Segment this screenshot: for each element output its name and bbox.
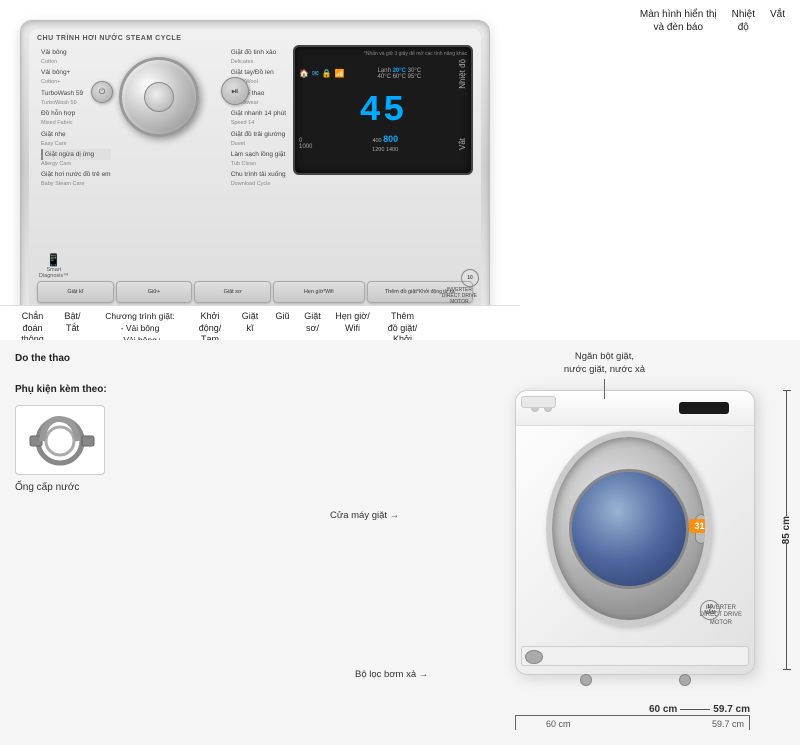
display-row1: 🏠 ✉ 🔒 📶 Lạnh 20°C 30°C 40°C 60°C 95°C Nh…	[299, 59, 467, 89]
display-icons: 🏠 ✉ 🔒 📶	[299, 69, 345, 78]
bottom-service-panel	[521, 646, 749, 666]
spin-label-right: Vắt	[458, 138, 467, 150]
display-indicator	[679, 402, 729, 414]
machine-annotations-container: Ngăn bột giặt,nước giặt, nước xả LG	[320, 340, 800, 745]
door-inner	[569, 469, 689, 589]
control-panel: CHU TRÌNH HƠI NƯỚC STEAM CYCLE Vải bông …	[20, 20, 490, 320]
program-annotation-title: Do the thao	[15, 350, 310, 367]
machine-door[interactable]: 31 cm	[546, 431, 711, 626]
display-annotation: Màn hình hiển thịvà đèn báo	[640, 8, 717, 40]
home-icon: 🏠	[299, 69, 309, 78]
program-dial[interactable]	[119, 57, 199, 137]
hold-button[interactable]: Giữ+	[116, 281, 193, 303]
depth-label: 59.7 cm	[712, 719, 744, 729]
play-pause-icon: ⏯	[231, 86, 238, 97]
display-timer: 45	[299, 93, 467, 129]
power-icon: ⏻	[99, 87, 105, 97]
machine-body-container: LG 31 cm	[515, 390, 750, 670]
depth-value: 59.7 cm	[713, 704, 750, 715]
accessory-box: Phụ kiện kèm theo: Ống cấp nướ	[15, 382, 310, 495]
pump-filter-cap[interactable]	[525, 650, 543, 664]
display-screen: *Nhấn và giữ 3 giây để mở các tính năng …	[293, 45, 473, 175]
powder-drawer[interactable]	[521, 396, 556, 408]
temp-annotation: Nhiệtđộ	[732, 8, 755, 40]
envelope-icon: ✉	[312, 69, 319, 78]
programs-left: Vải bông Cotton Vải bông+ Cotton+ TurboW…	[41, 47, 111, 190]
accessory-name: Ống cấp nước	[15, 480, 79, 495]
display-top-note: *Nhấn và giữ 3 giây để mở các tính năng …	[299, 51, 467, 57]
accessory-image	[15, 405, 105, 475]
smart-diagnosis: 📱 SmartDiagnosis™	[39, 253, 69, 279]
steam-cycle-label: CHU TRÌNH HƠI NƯỚC STEAM CYCLE	[37, 35, 473, 42]
temp-labels: Lạnh 20°C 30°C 40°C 60°C 95°C	[378, 68, 422, 80]
warranty-badge: 10	[461, 269, 479, 287]
power-button[interactable]: ⏻	[91, 81, 113, 103]
left-annotations: Do the thao Phụ kiện kèm theo:	[0, 340, 320, 745]
door-label: Cửa máy giặt →	[330, 510, 399, 521]
function-buttons: Giặt kĩ Giữ+ Giặt sơ Hẹn giờ*Wifi Thêm đ…	[37, 281, 473, 303]
panel-inner: CHU TRÌNH HƠI NƯỚC STEAM CYCLE Vải bông …	[29, 29, 481, 311]
program-annotation: Do the thao	[15, 350, 310, 367]
hose-svg	[25, 413, 95, 468]
spin-annotation: Vắt	[770, 8, 785, 40]
foot-left	[580, 674, 592, 686]
intensive-wash-button[interactable]: Giặt kĩ	[37, 281, 114, 303]
height-dimension: 85 cm	[781, 390, 792, 670]
width-value: 60 cm	[649, 704, 677, 715]
lock-icon: 🔒	[322, 69, 332, 78]
top-section: CHU TRÌNH HƠI NƯỚC STEAM CYCLE Vải bông …	[0, 0, 800, 340]
spin-values: 400 800 1200 1400	[372, 133, 398, 155]
dial-center	[144, 82, 174, 112]
bottom-dim-line: 60 cm 59.7 cm	[515, 715, 750, 730]
foot-right	[679, 674, 691, 686]
display-row2: 01000 400 800 1200 1400 Vắt	[299, 133, 467, 155]
powder-drawer-label: Ngăn bột giặt,nước giặt, nước xả	[564, 350, 645, 399]
spin-label-left: 01000	[299, 138, 312, 150]
warranty-circle: 10NĂM	[700, 600, 720, 620]
programs-right: Giặt đồ tinh xảo Delicates Giặt tay/Đồ l…	[231, 47, 286, 190]
bottom-section: Do the thao Phụ kiện kèm theo:	[0, 340, 800, 745]
door-diameter-label: 31 cm	[689, 519, 711, 533]
inverter-logo: INVERTERDIRECT DRIVEMOTOR	[442, 287, 477, 305]
machine-feet	[516, 674, 754, 686]
dimension-bottom: 60 cm 59.7 cm	[649, 704, 750, 715]
temp-label-right: Nhiệt độ	[458, 59, 467, 89]
height-value: 85 cm	[781, 516, 792, 544]
wifi-icon: 📶	[335, 69, 345, 78]
pre-wash-button[interactable]: Giặt sơ	[194, 281, 271, 303]
start-pause-button[interactable]: ⏯	[221, 77, 249, 105]
width-label: 60 cm	[546, 719, 571, 729]
machine-image-area: Ngăn bột giặt,nước giặt, nước xả LG	[320, 340, 800, 745]
machine-case: LG 31 cm	[515, 390, 755, 675]
schedule-wifi-button[interactable]: Hẹn giờ*Wifi	[273, 281, 365, 303]
top-annotations: Màn hình hiển thịvà đèn báo Nhiệtđộ Vắt	[490, 0, 800, 40]
accessory-title: Phụ kiện kèm theo:	[15, 382, 310, 397]
pump-filter-label: Bộ lọc bơm xả →	[355, 669, 428, 680]
